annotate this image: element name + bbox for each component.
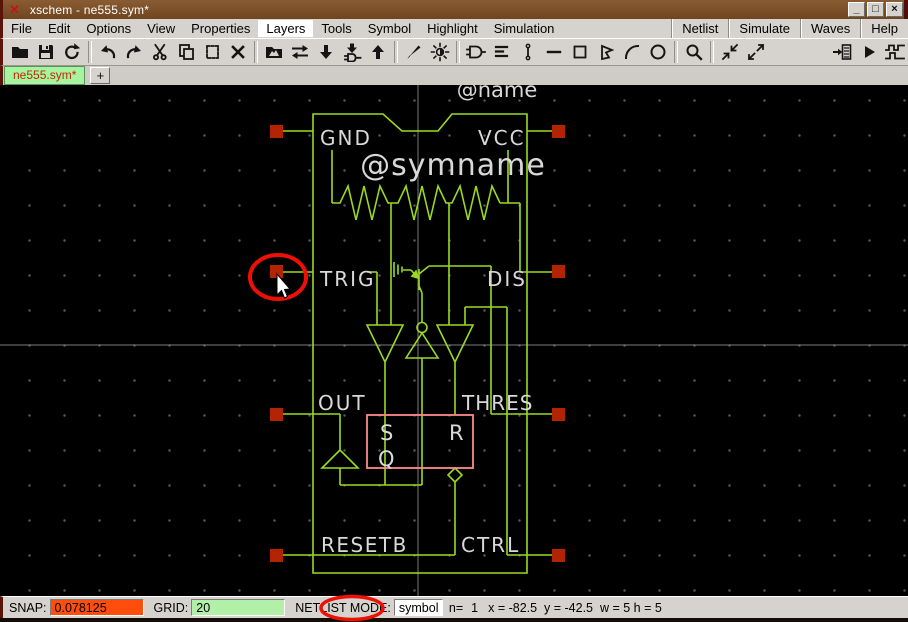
menu-bar: File Edit Options View Properties Layers… bbox=[0, 19, 908, 38]
instance-count-label: n= bbox=[449, 601, 463, 615]
menu-symbol[interactable]: Symbol bbox=[360, 20, 419, 37]
reload-icon[interactable] bbox=[59, 40, 85, 64]
menu-netlist[interactable]: Netlist bbox=[671, 19, 728, 38]
label-gnd: GND bbox=[320, 126, 372, 150]
label-name: @name bbox=[457, 85, 538, 102]
label-resetb: RESETB bbox=[321, 533, 408, 557]
insert-polygon-icon[interactable] bbox=[593, 40, 619, 64]
menu-options[interactable]: Options bbox=[78, 20, 139, 37]
paste-icon[interactable] bbox=[199, 40, 225, 64]
insert-text-icon[interactable] bbox=[489, 40, 515, 64]
pop-up-icon[interactable] bbox=[365, 40, 391, 64]
pin-vcc[interactable] bbox=[552, 125, 565, 138]
window-title: xschem - ne555.sym* bbox=[30, 3, 149, 17]
tab-ne555-sym[interactable]: ne555.sym* bbox=[4, 66, 85, 85]
make-symbol-icon[interactable] bbox=[463, 40, 489, 64]
descend-symbol-icon[interactable] bbox=[339, 40, 365, 64]
label-thres: THRES bbox=[461, 391, 533, 415]
redo-icon[interactable] bbox=[121, 40, 147, 64]
menu-tools[interactable]: Tools bbox=[313, 20, 359, 37]
netlist-icon[interactable] bbox=[830, 40, 856, 64]
undo-icon[interactable] bbox=[95, 40, 121, 64]
grid-field[interactable]: 20 bbox=[191, 599, 285, 616]
label-out: OUT bbox=[318, 391, 367, 415]
toolbar-separator bbox=[710, 41, 714, 63]
menu-properties[interactable]: Properties bbox=[183, 20, 258, 37]
toolbar-separator bbox=[456, 41, 460, 63]
label-dis: DIS bbox=[487, 267, 527, 291]
label-ctrl: CTRL bbox=[461, 533, 520, 557]
cut-icon[interactable] bbox=[147, 40, 173, 64]
pin-trig[interactable] bbox=[270, 265, 283, 278]
minimize-button[interactable]: _ bbox=[848, 2, 865, 17]
copy-icon[interactable] bbox=[173, 40, 199, 64]
grid-label: GRID: bbox=[154, 601, 189, 615]
pin-gnd[interactable] bbox=[270, 125, 283, 138]
menu-view[interactable]: View bbox=[139, 20, 183, 37]
pin-thres[interactable] bbox=[552, 408, 565, 421]
menu-waves[interactable]: Waves bbox=[800, 19, 860, 38]
tab-bar: ne555.sym* + bbox=[0, 65, 908, 85]
label-s: S bbox=[380, 421, 393, 445]
snap-label: SNAP: bbox=[9, 601, 47, 615]
snap-field[interactable]: 0.078125 bbox=[50, 599, 144, 616]
label-vcc: VCC bbox=[478, 126, 526, 150]
menu-edit[interactable]: Edit bbox=[40, 20, 78, 37]
label-r: R bbox=[449, 421, 464, 445]
menu-file[interactable]: File bbox=[3, 20, 40, 37]
pin-out[interactable] bbox=[270, 408, 283, 421]
title-bar[interactable]: ✕ xschem - ne555.sym* _ □ × bbox=[0, 0, 908, 19]
window-bottom-border bbox=[0, 618, 908, 622]
new-tab-button[interactable]: + bbox=[90, 67, 110, 84]
toolbar-separator bbox=[394, 41, 398, 63]
menu-layers[interactable]: Layers bbox=[258, 20, 313, 37]
delete-icon[interactable] bbox=[225, 40, 251, 64]
label-symname: @symname bbox=[360, 148, 546, 183]
zoom-out-icon[interactable] bbox=[743, 40, 769, 64]
insert-symbol-icon[interactable] bbox=[261, 40, 287, 64]
netlist-mode-field[interactable]: symbol bbox=[394, 599, 443, 616]
toolbar-separator bbox=[674, 41, 678, 63]
label-trig: TRIG bbox=[319, 267, 376, 291]
maximize-button[interactable]: □ bbox=[867, 2, 884, 17]
netlist-mode-label: NETLIST MODE: bbox=[295, 601, 391, 615]
waves-icon[interactable] bbox=[882, 40, 908, 64]
pin-resetb[interactable] bbox=[270, 549, 283, 562]
menu-simulation[interactable]: Simulation bbox=[486, 20, 563, 37]
pin-ctrl[interactable] bbox=[552, 549, 565, 562]
zoom-box-icon[interactable] bbox=[681, 40, 707, 64]
toolbar bbox=[0, 38, 908, 65]
xschem-logo-icon: ✕ bbox=[9, 0, 20, 19]
menu-simulate[interactable]: Simulate bbox=[728, 19, 800, 38]
close-button[interactable]: × bbox=[886, 2, 903, 17]
menu-help[interactable]: Help bbox=[860, 19, 908, 38]
zoom-in-icon[interactable] bbox=[717, 40, 743, 64]
canvas[interactable]: @name @symname GND VCC TRIG DIS OUT THRE… bbox=[0, 85, 908, 596]
insert-circle-icon[interactable] bbox=[645, 40, 671, 64]
status-bar: SNAP: 0.078125 GRID: 20 NETLIST MODE: sy… bbox=[0, 596, 908, 618]
insert-arc-icon[interactable] bbox=[619, 40, 645, 64]
insert-line-icon[interactable] bbox=[541, 40, 567, 64]
menu-highlight[interactable]: Highlight bbox=[419, 20, 486, 37]
label-q: Q bbox=[378, 447, 395, 471]
insert-wire-icon[interactable] bbox=[515, 40, 541, 64]
toolbar-separator bbox=[254, 41, 258, 63]
toolbar-separator bbox=[88, 41, 92, 63]
insert-rect-icon[interactable] bbox=[567, 40, 593, 64]
save-icon[interactable] bbox=[33, 40, 59, 64]
simulate-icon[interactable] bbox=[856, 40, 882, 64]
push-down-icon[interactable] bbox=[313, 40, 339, 64]
pin-dis[interactable] bbox=[552, 265, 565, 278]
instance-count-value: 1 bbox=[471, 601, 478, 615]
edit-properties-icon[interactable] bbox=[401, 40, 427, 64]
window-border bbox=[904, 0, 908, 19]
swap-icon[interactable] bbox=[287, 40, 313, 64]
toggle-light-icon[interactable] bbox=[427, 40, 453, 64]
open-file-icon[interactable] bbox=[7, 40, 33, 64]
coordinates-readout: x = -82.5 y = -42.5 w = 5 h = 5 bbox=[488, 601, 662, 615]
